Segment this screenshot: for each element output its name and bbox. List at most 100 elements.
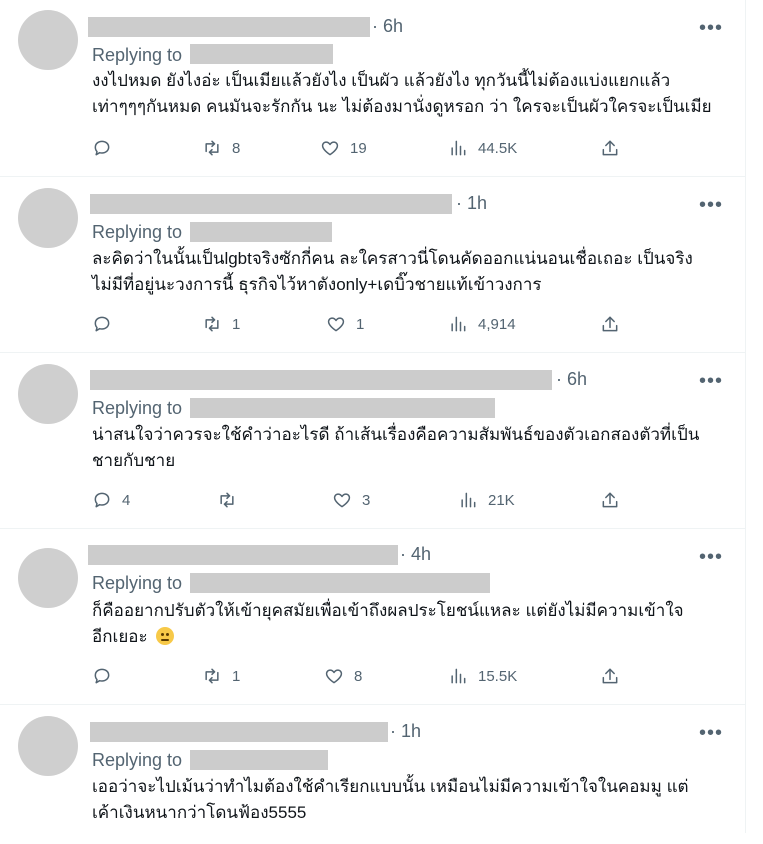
more-options-icon[interactable]: ••• [699, 547, 723, 567]
replying-to-label: Replying to [92, 222, 183, 242]
reply-button[interactable] [92, 664, 122, 688]
tweet-text-line: ละคิดว่าในนั้นเป็นlgbtจริงซักกี่คน ละใคร… [92, 249, 693, 268]
retweet-count: 1 [232, 315, 241, 333]
redacted-display-name[interactable] [90, 722, 388, 742]
retweet-icon [220, 492, 234, 508]
tweet-text-line: ก็คืออยากปรับตัวให้เข้ายุคสมัยเพื่อเข้าถ… [92, 601, 684, 620]
views-button[interactable]: 4,914 [448, 312, 516, 336]
more-options-icon[interactable]: ••• [699, 18, 723, 38]
redacted-handle[interactable] [190, 750, 328, 770]
retweet-button[interactable]: 1 [202, 312, 240, 336]
tweet-text: น่าสนใจว่าควรจะใช้คำว่าอะไรดี ถ้าเส้นเรื… [92, 422, 732, 474]
tweet-text-line: เค้าเงินหนากว่าโดนฟ้อง5555 [92, 803, 307, 822]
share-button[interactable] [600, 664, 620, 688]
reply-icon [94, 668, 110, 684]
like-button[interactable]: 3 [332, 488, 370, 512]
redacted-handle[interactable] [190, 398, 495, 418]
timestamp[interactable]: · 1h [390, 721, 421, 742]
like-count: 19 [350, 139, 367, 157]
tweet-text-line: งงไปหมด ยังไงอ่ะ เป็นเมียแล้วยังไง เป็นผ… [92, 71, 671, 90]
reply-button[interactable]: 4 [92, 488, 130, 512]
redacted-display-name[interactable] [88, 17, 370, 37]
heart-icon [327, 317, 345, 332]
retweet-button[interactable]: 1 [202, 664, 240, 688]
tweet[interactable]: · 1h ••• Replying to ละคิดว่าในนั้นเป็นl… [0, 176, 745, 353]
redacted-display-name[interactable] [88, 545, 398, 565]
tweet-text-line: เออว่าจะไปเม้นว่าทำไมต้องใช้คำเรียกแบบนั… [92, 777, 689, 796]
tweet-text-line: น่าสนใจว่าควรจะใช้คำว่าอะไรดี ถ้าเส้นเรื… [92, 425, 700, 444]
avatar[interactable] [18, 716, 78, 776]
face-with-rolling-eyes-emoji [156, 627, 175, 645]
more-options-icon[interactable]: ••• [699, 723, 723, 743]
share-icon [602, 316, 618, 332]
tweet-text: ละคิดว่าในนั้นเป็นlgbtจริงซักกี่คน ละใคร… [92, 246, 732, 298]
like-count: 3 [362, 491, 371, 509]
views-chart-icon [451, 140, 466, 156]
redacted-handle[interactable] [190, 573, 490, 593]
timestamp[interactable]: · 6h [372, 16, 403, 37]
like-button[interactable]: 1 [326, 312, 364, 336]
share-button[interactable] [600, 312, 620, 336]
retweet-icon [205, 668, 219, 684]
reply-icon [94, 316, 110, 332]
share-icon [602, 140, 618, 156]
views-button[interactable]: 15.5K [448, 664, 517, 688]
views-button[interactable]: 44.5K [448, 136, 517, 160]
tweet-actions: 4 3 21K [92, 488, 632, 512]
reply-button[interactable] [92, 312, 122, 336]
view-count: 4,914 [478, 315, 516, 333]
tweet-actions: 1 8 15.5K [92, 664, 632, 688]
reply-icon [94, 140, 110, 156]
avatar[interactable] [18, 548, 78, 608]
tweet[interactable]: · 1h ••• Replying to เออว่าจะไปเม้นว่าทำ… [0, 704, 745, 844]
timestamp[interactable]: · 6h [556, 369, 587, 390]
redacted-handle[interactable] [190, 222, 332, 242]
retweet-icon [205, 140, 219, 156]
timestamp[interactable]: · 1h [456, 193, 487, 214]
views-chart-icon [451, 668, 466, 684]
reply-count: 4 [122, 491, 131, 509]
tweet-text-line: ชายกับชาย [92, 451, 176, 470]
view-count: 44.5K [478, 139, 518, 157]
more-options-icon[interactable]: ••• [699, 195, 723, 215]
redacted-display-name[interactable] [90, 370, 552, 390]
replying-to-label: Replying to [92, 45, 183, 65]
tweet-actions: 1 1 4,914 [92, 312, 632, 336]
share-button[interactable] [600, 488, 620, 512]
share-button[interactable] [600, 136, 620, 160]
tweet-actions: 8 19 44.5K [92, 136, 632, 160]
tweet-text: งงไปหมด ยังไงอ่ะ เป็นเมียแล้วยังไง เป็นผ… [92, 68, 732, 120]
views-chart-icon [451, 316, 466, 332]
replying-to-label: Replying to [92, 398, 183, 418]
heart-icon [321, 141, 339, 156]
tweet[interactable]: · 6h ••• Replying to น่าสนใจว่าควรจะใช้ค… [0, 352, 745, 529]
avatar[interactable] [18, 10, 78, 70]
reply-button[interactable] [92, 136, 122, 160]
tweet[interactable]: · 6h ••• Replying to งงไปหมด ยังไงอ่ะ เป… [0, 0, 745, 177]
heart-icon [325, 669, 343, 684]
retweet-button[interactable] [217, 488, 247, 512]
heart-icon [333, 493, 351, 508]
replying-to-label: Replying to [92, 573, 183, 593]
views-chart-icon [461, 492, 476, 508]
like-button[interactable]: 19 [320, 136, 367, 160]
retweet-icon [205, 316, 219, 332]
timestamp[interactable]: · 4h [400, 544, 431, 565]
view-count: 21K [488, 491, 515, 509]
view-count: 15.5K [478, 667, 518, 685]
avatar[interactable] [18, 364, 78, 424]
tweet-text-line: อีกเยอะ [92, 624, 732, 650]
like-button[interactable]: 8 [324, 664, 362, 688]
redacted-handle[interactable] [190, 44, 333, 64]
tweet-text-line: ไม่มีที่อยู่นะวงการนี้ ธุรกิจไว้หาตังonl… [92, 275, 542, 294]
retweet-button[interactable]: 8 [202, 136, 240, 160]
avatar[interactable] [18, 188, 78, 248]
redacted-display-name[interactable] [90, 194, 452, 214]
retweet-count: 8 [232, 139, 241, 157]
share-icon [602, 492, 618, 508]
more-options-icon[interactable]: ••• [699, 371, 723, 391]
tweet[interactable]: · 4h ••• Replying to ก็คืออยากปรับตัวให้… [0, 528, 745, 705]
reply-feed: · 6h ••• Replying to งงไปหมด ยังไงอ่ะ เป… [0, 0, 746, 833]
share-icon [602, 668, 618, 684]
views-button[interactable]: 21K [458, 488, 515, 512]
